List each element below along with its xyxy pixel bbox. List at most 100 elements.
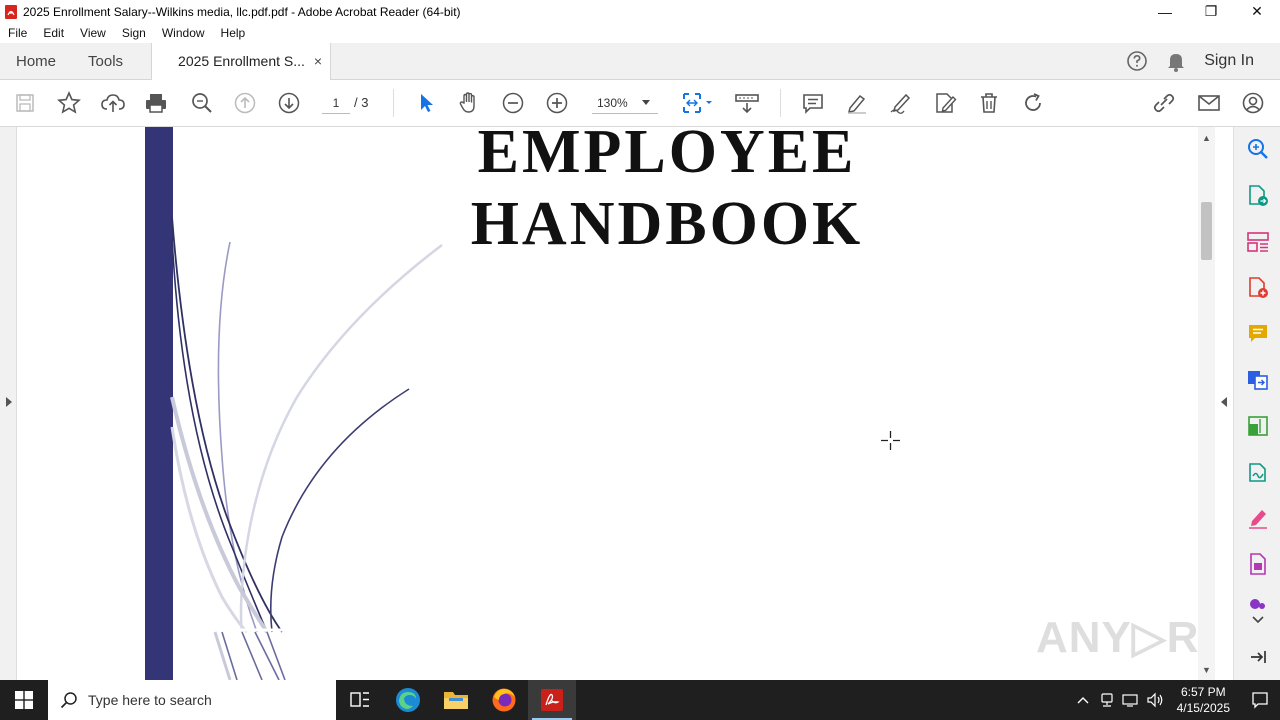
zoom-out-icon[interactable] <box>500 90 526 116</box>
account-icon[interactable] <box>1240 90 1266 116</box>
taskbar-clock[interactable]: 6:57 PM 4/15/2025 <box>1167 684 1240 716</box>
delete-trash-icon[interactable] <box>976 90 1002 116</box>
star-bookmark-icon[interactable] <box>56 90 82 116</box>
previous-page-icon[interactable] <box>232 90 258 116</box>
print-icon[interactable] <box>143 90 169 116</box>
clock-time: 6:57 PM <box>1180 685 1226 699</box>
taskbar-acrobat-button[interactable] <box>528 680 576 720</box>
search-tool-icon[interactable] <box>1246 137 1270 161</box>
find-zoom-icon[interactable] <box>189 90 215 116</box>
volume-tray-button[interactable] <box>1143 680 1167 720</box>
notification-bell-icon[interactable] <box>1166 50 1186 72</box>
notification-center-icon <box>1252 692 1268 709</box>
menu-sign[interactable]: Sign <box>114 26 154 40</box>
close-tab-button[interactable]: × <box>314 53 322 69</box>
menu-window[interactable]: Window <box>154 26 213 40</box>
firefox-icon <box>492 688 516 712</box>
protect-document-icon[interactable] <box>1246 552 1270 576</box>
fit-page-icon[interactable] <box>680 90 716 116</box>
save-icon[interactable] <box>12 90 38 116</box>
combine-files-icon[interactable] <box>1246 368 1270 392</box>
taskbar-file-explorer-button[interactable] <box>432 680 480 720</box>
tab-document[interactable]: 2025 Enrollment S... × <box>151 42 332 80</box>
tab-tools[interactable]: Tools <box>72 43 139 80</box>
menu-help[interactable]: Help <box>213 26 254 40</box>
system-tray: 6:57 PM 4/15/2025 <box>1071 680 1280 720</box>
collapse-tools-icon[interactable] <box>1246 645 1270 669</box>
export-pdf-icon[interactable] <box>1246 184 1270 208</box>
right-pane-toggle[interactable] <box>1215 127 1233 680</box>
toolbar-divider <box>393 89 394 117</box>
clock-date: 4/15/2025 <box>1176 701 1230 715</box>
organize-pages-icon[interactable] <box>1246 230 1270 254</box>
select-cursor-icon[interactable] <box>412 90 438 116</box>
create-pdf-icon[interactable] <box>1246 276 1270 300</box>
acrobat-app-icon <box>5 4 17 19</box>
network-tray-button[interactable] <box>1119 680 1143 720</box>
minimize-button[interactable]: — <box>1142 0 1188 23</box>
network-drive-tray-button[interactable] <box>1095 680 1119 720</box>
maximize-button[interactable]: ❐ <box>1188 0 1234 23</box>
start-button[interactable] <box>0 680 48 720</box>
crosshair-cursor-icon <box>881 431 900 450</box>
windows-logo-icon <box>15 691 33 709</box>
zoom-in-icon[interactable] <box>544 90 570 116</box>
expand-panel-icon[interactable] <box>6 397 12 407</box>
taskbar-search-box[interactable]: Type here to search <box>48 680 336 720</box>
acrobat-reader-icon <box>541 689 563 711</box>
comment-tool-icon[interactable] <box>1246 322 1270 346</box>
edit-pdf-icon[interactable] <box>932 90 958 116</box>
heading-handbook: HANDBOOK <box>470 190 864 258</box>
zoom-level-value: 130% <box>597 95 628 110</box>
search-icon <box>60 692 77 709</box>
menu-view[interactable]: View <box>72 26 114 40</box>
document-viewport[interactable]: EMPLOYEE HANDBOOK <box>17 127 1198 680</box>
tab-bar: Home Tools 2025 Enrollment S... × Sign I… <box>0 42 1280 80</box>
left-navigation-panel[interactable] <box>0 127 17 680</box>
scroll-down-icon[interactable]: ▼ <box>1202 665 1211 675</box>
hand-tool-icon[interactable] <box>456 90 482 116</box>
more-tools-icon[interactable] <box>1246 597 1270 611</box>
task-view-icon <box>350 692 369 707</box>
menu-edit[interactable]: Edit <box>35 26 72 40</box>
fill-sign-icon[interactable] <box>1246 460 1270 484</box>
chevron-up-icon <box>1077 697 1089 704</box>
tab-home[interactable]: Home <box>0 43 72 80</box>
comment-icon[interactable] <box>800 90 826 116</box>
scroll-mode-icon[interactable] <box>734 90 760 116</box>
windows-taskbar: Type here to search 6:57 PM 4/15/2025 <box>0 680 1280 720</box>
search-placeholder: Type here to search <box>88 692 212 708</box>
menu-file[interactable]: File <box>0 26 35 40</box>
more-tools-chevron-icon[interactable] <box>1246 611 1270 629</box>
vertical-scrollbar[interactable]: ▲ ▼ <box>1198 127 1215 680</box>
next-page-icon[interactable] <box>276 90 302 116</box>
taskbar-edge-button[interactable] <box>384 680 432 720</box>
folder-icon <box>444 692 468 709</box>
email-icon[interactable] <box>1196 90 1222 116</box>
highlight-pen-icon[interactable] <box>844 90 870 116</box>
compress-pdf-icon[interactable] <box>1246 414 1270 438</box>
help-icon[interactable] <box>1126 50 1148 72</box>
title-bar: 2025 Enrollment Salary--Wilkins media, l… <box>0 0 1280 23</box>
taskbar-firefox-button[interactable] <box>480 680 528 720</box>
chevron-down-icon <box>642 100 650 105</box>
sign-in-button[interactable]: Sign In <box>1204 52 1254 70</box>
zoom-level-select[interactable]: 130% <box>592 92 658 114</box>
show-hidden-icons-button[interactable] <box>1071 680 1095 720</box>
draw-signature-icon[interactable] <box>888 90 914 116</box>
rotate-icon[interactable] <box>1020 90 1046 116</box>
document-tab-label: 2025 Enrollment S... <box>178 53 305 69</box>
request-signature-icon[interactable] <box>1246 506 1270 530</box>
upload-cloud-icon[interactable] <box>100 90 126 116</box>
edge-browser-icon <box>396 688 420 712</box>
scrollbar-thumb[interactable] <box>1201 202 1212 260</box>
task-view-button[interactable] <box>336 680 384 720</box>
page-number-input[interactable] <box>322 92 350 114</box>
scroll-up-icon[interactable]: ▲ <box>1202 133 1211 143</box>
notification-center-button[interactable] <box>1240 680 1280 720</box>
close-window-button[interactable]: ✕ <box>1234 0 1280 23</box>
network-icon <box>1122 694 1138 707</box>
collapse-right-pane-icon[interactable] <box>1221 397 1227 407</box>
share-link-icon[interactable] <box>1151 90 1177 116</box>
menu-bar: File Edit View Sign Window Help <box>0 23 1280 43</box>
